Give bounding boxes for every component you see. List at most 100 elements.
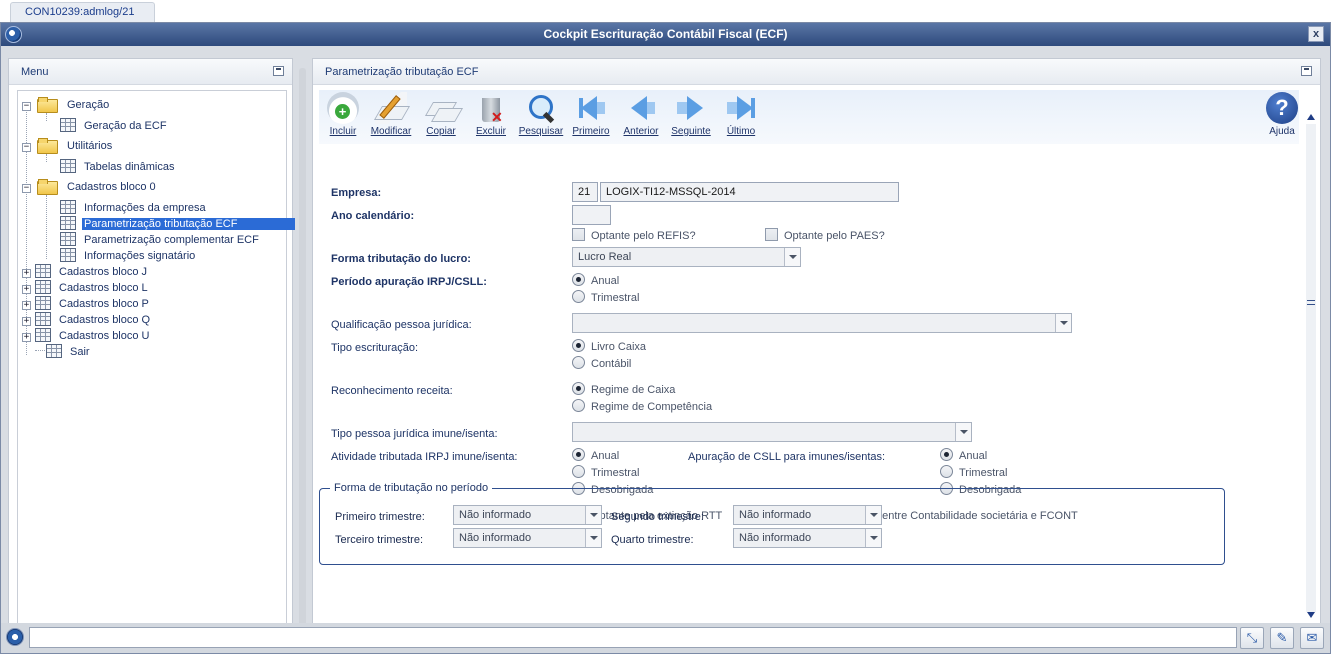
csll-trimestral-radio[interactable]: Trimestral xyxy=(940,465,1007,480)
empresa-name-field[interactable]: LOGIX-TI12-MSSQL-2014 xyxy=(600,182,899,202)
regime-caixa-radio[interactable]: Regime de Caixa xyxy=(572,382,675,397)
tab-con10239[interactable]: CON10239:admlog/21 xyxy=(10,2,155,22)
menu-title: Menu xyxy=(21,66,49,78)
atividade-tributada-label: Atividade tributada IRPJ imune/isenta: xyxy=(331,451,518,463)
tree-item-parametrizacao-tributacao[interactable]: Parametrização tributação ECF xyxy=(60,216,296,232)
terceiro-trimestre-select[interactable]: Não informado xyxy=(453,528,602,548)
tree-item-sair[interactable]: Sair xyxy=(35,344,92,360)
tree-item-utilitarios[interactable]: − Utilitários xyxy=(22,138,114,154)
vertical-scrollbar[interactable] xyxy=(1305,114,1317,619)
panel-splitter[interactable] xyxy=(299,68,306,626)
empresa-code-field[interactable]: 21 xyxy=(572,182,598,202)
tree-item-cadastros-bloco-q[interactable]: + Cadastros bloco Q xyxy=(22,312,152,328)
expand-icon[interactable]: + xyxy=(22,269,31,278)
expand-icon[interactable]: + xyxy=(22,317,31,326)
window-close-button[interactable]: x xyxy=(1308,26,1324,42)
print-icon[interactable]: ✎ xyxy=(1270,627,1294,649)
forma-tributacao-periodo-group: Forma de tributação no período Primeiro … xyxy=(319,482,1225,565)
collapse-icon[interactable]: − xyxy=(22,143,31,152)
copiar-button[interactable]: Copiar xyxy=(417,92,465,142)
atividade-anual-radio[interactable]: Anual xyxy=(572,448,619,463)
segundo-trimestre-select[interactable]: Não informado xyxy=(733,505,882,525)
chevron-down-icon[interactable] xyxy=(784,248,800,266)
toolbar: Incluir Modificar Copiar Excluir Pesquis… xyxy=(319,90,1299,144)
grid-icon xyxy=(60,159,76,173)
grid-icon xyxy=(60,232,76,246)
tree-item-cadastros-bloco-0[interactable]: − Cadastros bloco 0 xyxy=(22,179,158,195)
seguinte-button[interactable]: Seguinte xyxy=(667,92,715,142)
primeiro-trimestre-select[interactable]: Não informado xyxy=(453,505,602,525)
tree-item-informacoes-empresa[interactable]: Informações da empresa xyxy=(60,200,208,216)
atividade-trimestral-radio[interactable]: Trimestral xyxy=(572,465,639,480)
periodo-apuracao-label: Período apuração IRPJ/CSLL: xyxy=(331,276,487,288)
tree-item-cadastros-bloco-u[interactable]: + Cadastros bloco U xyxy=(22,328,152,344)
next-record-icon xyxy=(675,92,707,124)
collapse-icon[interactable]: − xyxy=(22,184,31,193)
expand-icon[interactable]: + xyxy=(22,301,31,310)
scroll-grip-icon[interactable] xyxy=(1307,300,1315,305)
radio-dot xyxy=(572,339,585,352)
scroll-track[interactable] xyxy=(1306,124,1316,612)
chevron-down-icon[interactable] xyxy=(955,423,971,441)
tree-item-cadastros-bloco-j[interactable]: + Cadastros bloco J xyxy=(22,264,149,280)
main-window: Cockpit Escrituração Contábil Fiscal (EC… xyxy=(0,22,1331,654)
csll-anual-radio[interactable]: Anual xyxy=(940,448,987,463)
expand-icon[interactable]: + xyxy=(22,285,31,294)
chevron-down-icon[interactable] xyxy=(1055,314,1071,332)
window-title: Cockpit Escrituração Contábil Fiscal (EC… xyxy=(543,27,788,41)
collapse-icon[interactable]: − xyxy=(22,102,31,111)
content-title: Parametrização tributação ECF xyxy=(325,66,479,78)
optante-refis-checkbox[interactable]: Optante pelo REFIS? xyxy=(572,228,696,243)
scroll-down-icon[interactable] xyxy=(1307,612,1315,618)
incluir-button[interactable]: Incluir xyxy=(319,92,367,142)
chevron-down-icon[interactable] xyxy=(585,529,601,547)
grid-icon xyxy=(60,118,76,132)
periodo-trimestral-radio[interactable]: Trimestral xyxy=(572,290,639,305)
regime-competencia-radio[interactable]: Regime de Competência xyxy=(572,399,712,414)
checkbox-box xyxy=(572,228,585,241)
qualificacao-select[interactable] xyxy=(572,313,1072,333)
content-minimize-icon[interactable] xyxy=(1301,66,1312,76)
help-question-icon: ? xyxy=(1266,92,1298,124)
scroll-up-icon[interactable] xyxy=(1307,114,1315,120)
periodo-anual-radio[interactable]: Anual xyxy=(572,273,619,288)
tree-item-geracao-ecf[interactable]: Geração da ECF xyxy=(60,118,169,134)
ano-calendario-field[interactable] xyxy=(572,205,611,225)
excluir-button[interactable]: Excluir xyxy=(467,92,515,142)
menu-tree: − Geração Geração da ECF − Utilitários Tab… xyxy=(17,90,296,635)
expand-icon[interactable]: + xyxy=(22,333,31,342)
tree-item-cadastros-bloco-p[interactable]: + Cadastros bloco P xyxy=(22,296,151,312)
forma-tributacao-label: Forma tributação do lucro: xyxy=(331,253,471,265)
tipo-pj-select[interactable] xyxy=(572,422,972,442)
anterior-button[interactable]: Anterior xyxy=(617,92,665,142)
checkbox-box xyxy=(765,228,778,241)
pesquisar-button[interactable]: Pesquisar xyxy=(517,92,565,142)
tree-item-geracao[interactable]: − Geração xyxy=(22,97,111,113)
forma-tributacao-select[interactable]: Lucro Real xyxy=(572,247,801,267)
status-bar: ⤡ ✎ ✉ xyxy=(1,623,1330,653)
livro-caixa-radio[interactable]: Livro Caixa xyxy=(572,339,646,354)
grid-icon xyxy=(60,216,76,230)
terceiro-trimestre-label: Terceiro trimestre: xyxy=(335,534,424,546)
modificar-button[interactable]: Modificar xyxy=(367,92,415,142)
tree-item-tabelas-dinamicas[interactable]: Tabelas dinâmicas xyxy=(60,159,177,175)
message-bubble-icon[interactable]: ✉ xyxy=(1300,627,1324,649)
title-bar: Cockpit Escrituração Contábil Fiscal (EC… xyxy=(1,23,1330,46)
ultimo-button[interactable]: Último xyxy=(717,92,765,142)
totvs-status-icon[interactable] xyxy=(6,628,24,646)
chevron-down-icon[interactable] xyxy=(865,506,881,524)
resize-arrows-icon[interactable]: ⤡ xyxy=(1240,627,1264,649)
chevron-down-icon[interactable] xyxy=(865,529,881,547)
menu-minimize-icon[interactable] xyxy=(273,66,284,76)
chevron-down-icon[interactable] xyxy=(585,506,601,524)
tree-item-cadastros-bloco-l[interactable]: + Cadastros bloco L xyxy=(22,280,150,296)
tree-item-parametrizacao-complementar[interactable]: Parametrização complementar ECF xyxy=(60,232,261,248)
radio-dot xyxy=(572,399,585,412)
contabil-radio[interactable]: Contábil xyxy=(572,356,631,371)
tree-item-informacoes-signatario[interactable]: Informações signatário xyxy=(60,248,197,264)
grid-icon xyxy=(60,248,76,262)
primeiro-button[interactable]: Primeiro xyxy=(567,92,615,142)
quarto-trimestre-select[interactable]: Não informado xyxy=(733,528,882,548)
optante-paes-checkbox[interactable]: Optante pelo PAES? xyxy=(765,228,885,243)
ajuda-button[interactable]: ? Ajuda xyxy=(1265,92,1299,142)
